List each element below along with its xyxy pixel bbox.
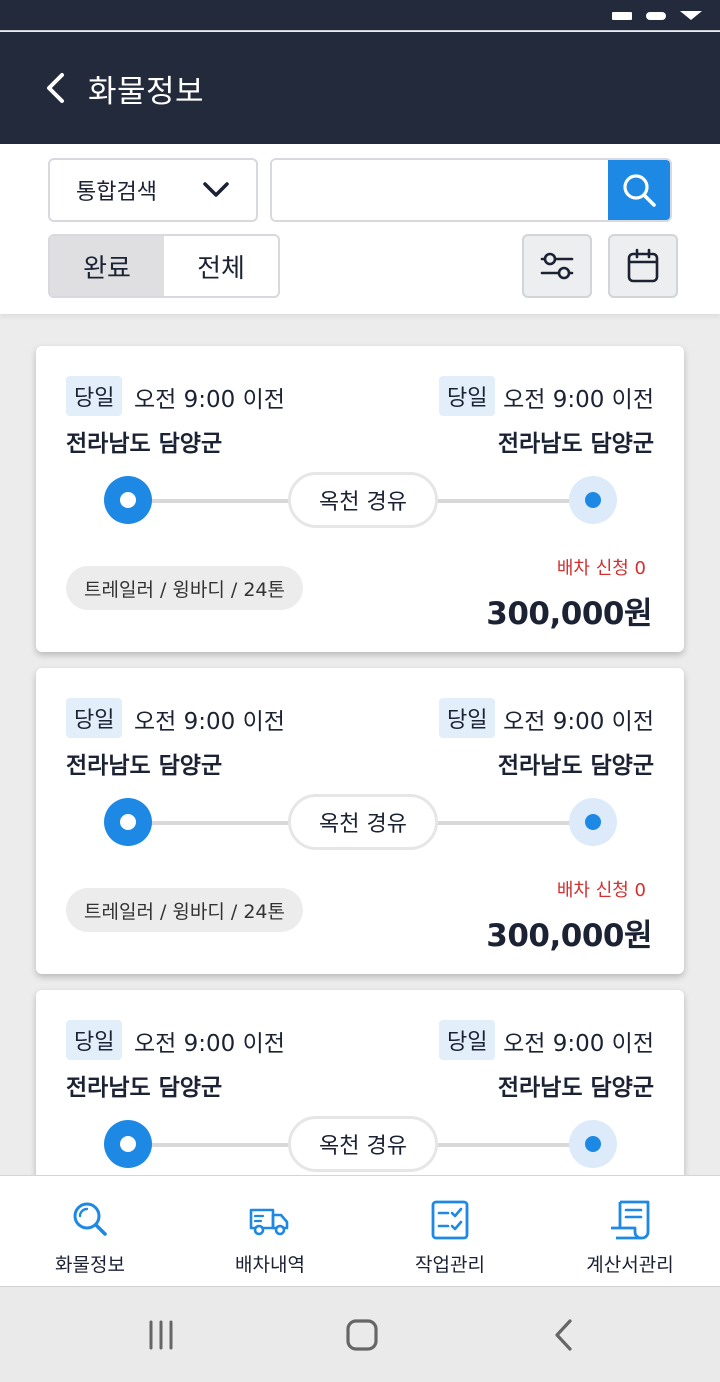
price: 300,000원 (486, 918, 652, 954)
origin-marker (104, 476, 152, 524)
truck-icon (249, 1208, 289, 1236)
price: 300,000원 (486, 596, 652, 632)
page-title: 화물정보 (88, 74, 205, 110)
status-icons (612, 11, 702, 20)
dest-day-tag: 당일 (439, 698, 496, 738)
origin-marker (104, 798, 152, 846)
search-input[interactable] (272, 160, 610, 220)
search-box (270, 158, 672, 222)
cargo-card[interactable]: 당일 오전 9:00 이전 당일 오전 9:00 이전 전라남도 담양군 전라남… (36, 346, 684, 652)
origin-region: 전라남도 담양군 (66, 1075, 223, 1101)
dispatch-request-count: 배차 신청 0 (556, 880, 646, 901)
dest-region: 전라남도 담양군 (497, 753, 654, 779)
dest-time: 오전 9:00 이전 (503, 709, 654, 735)
destination-marker (569, 798, 617, 846)
vehicle-info: 트레일러 / 윙바디 / 24톤 (66, 566, 303, 610)
cargo-card[interactable]: 당일 오전 9:00 이전 당일 오전 9:00 이전 전라남도 담양군 전라남… (36, 990, 684, 1176)
home-button[interactable] (342, 1315, 382, 1355)
bottom-nav: 화물정보 배차내역 작업관리 계산서관리 (0, 1175, 720, 1286)
status-bar (0, 0, 720, 31)
dest-day-tag: 당일 (439, 376, 496, 416)
app-header: 화물정보 (0, 32, 720, 144)
search-icon (73, 1202, 107, 1236)
back-icon (555, 1319, 572, 1351)
vehicle-info: 트레일러 / 윙바디 / 24톤 (66, 888, 303, 932)
recent-apps-icon (149, 1320, 173, 1350)
via-badge: 옥천 경유 (288, 472, 438, 528)
origin-region: 전라남도 담양군 (66, 753, 223, 779)
calendar-button[interactable] (608, 234, 678, 298)
nav-cargo-info[interactable]: 화물정보 (0, 1176, 180, 1286)
calendar-icon (627, 248, 659, 283)
search-category-label: 통합검색 (76, 180, 157, 205)
cargo-list: 당일 오전 9:00 이전 당일 오전 9:00 이전 전라남도 담양군 전라남… (0, 314, 720, 1176)
origin-day-tag: 당일 (66, 698, 123, 738)
origin-time: 오전 9:00 이전 (134, 1031, 285, 1057)
back-button[interactable] (36, 68, 76, 108)
system-back-button[interactable] (544, 1315, 584, 1355)
nav-label: 작업관리 (415, 1254, 485, 1276)
origin-day-tag: 당일 (66, 376, 123, 416)
search-icon (623, 174, 656, 207)
nav-label: 화물정보 (55, 1254, 125, 1276)
home-icon (346, 1319, 378, 1351)
search-panel: 통합검색 완료 전체 (0, 144, 720, 314)
destination-marker (569, 476, 617, 524)
dest-region: 전라남도 담양군 (497, 1075, 654, 1101)
nav-label: 계산서관리 (586, 1254, 674, 1276)
chevron-down-icon (203, 182, 229, 197)
wifi-icon (680, 11, 702, 20)
dest-time: 오전 9:00 이전 (503, 387, 654, 413)
dest-day-tag: 당일 (439, 1020, 496, 1060)
signal-icon (646, 11, 666, 20)
recent-apps-button[interactable] (141, 1315, 181, 1355)
nav-label: 배차내역 (235, 1254, 305, 1276)
destination-marker (569, 1120, 617, 1168)
sliders-icon (540, 252, 574, 280)
checklist-icon (431, 1200, 469, 1240)
nav-dispatch-history[interactable]: 배차내역 (180, 1176, 360, 1286)
origin-time: 오전 9:00 이전 (134, 387, 285, 413)
battery-icon (612, 11, 632, 20)
system-nav-bar (0, 1286, 720, 1382)
via-badge: 옥천 경유 (288, 794, 438, 850)
tab-complete[interactable]: 완료 (50, 236, 164, 296)
origin-day-tag: 당일 (66, 1020, 123, 1060)
via-badge: 옥천 경유 (288, 1116, 438, 1172)
search-button[interactable] (608, 160, 670, 220)
dest-region: 전라남도 담양군 (497, 431, 654, 457)
status-filter-tabs: 완료 전체 (48, 234, 280, 298)
chevron-left-icon (47, 73, 64, 103)
receipt-icon (611, 1200, 650, 1240)
dispatch-request-count: 배차 신청 0 (556, 558, 646, 579)
search-category-select[interactable]: 통합검색 (48, 158, 258, 222)
nav-work-management[interactable]: 작업관리 (360, 1176, 540, 1286)
origin-time: 오전 9:00 이전 (134, 709, 285, 735)
origin-marker (104, 1120, 152, 1168)
filter-button[interactable] (522, 234, 592, 298)
dest-time: 오전 9:00 이전 (503, 1031, 654, 1057)
tab-all[interactable]: 전체 (164, 236, 278, 296)
cargo-card[interactable]: 당일 오전 9:00 이전 당일 오전 9:00 이전 전라남도 담양군 전라남… (36, 668, 684, 974)
nav-invoice-management[interactable]: 계산서관리 (540, 1176, 720, 1286)
origin-region: 전라남도 담양군 (66, 431, 223, 457)
